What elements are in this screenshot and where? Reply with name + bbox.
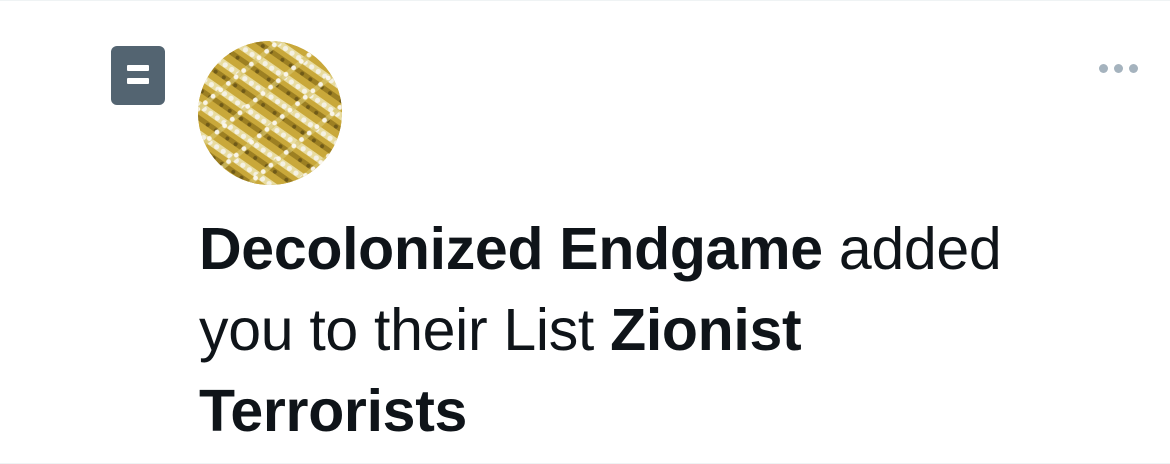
more-options-button[interactable] [1088,51,1148,85]
actor-name-link[interactable]: Decolonized Endgame [199,216,823,282]
more-horizontal-icon [1098,63,1108,73]
message-middle-text: you to their List [199,297,611,363]
action-text: added [822,216,1002,282]
notification-card[interactable]: Decolonized Endgame added you to their L… [0,0,1170,464]
list-icon [111,46,165,105]
notification-message: Decolonized Endgame added you to their L… [199,209,1099,452]
avatar-image [198,41,342,185]
avatar[interactable] [198,41,342,185]
